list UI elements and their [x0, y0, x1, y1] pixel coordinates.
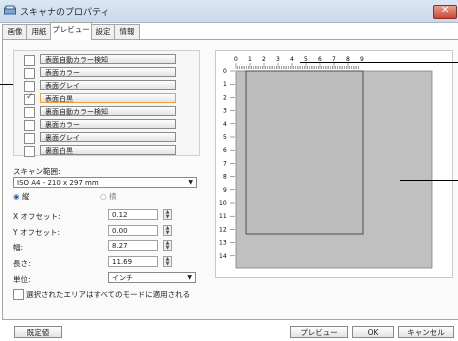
option-checkbox[interactable] — [24, 107, 35, 118]
ruler-v-label: 14 — [219, 253, 227, 260]
ruler-v-label: 4 — [223, 121, 227, 128]
portrait-label: 縦 — [21, 192, 30, 201]
landscape-label: 横 — [108, 192, 117, 201]
ruler-h-label: 1 — [248, 56, 252, 63]
unit-value: インチ — [112, 274, 133, 282]
width-input[interactable]: 8.27 — [108, 240, 158, 251]
ruler-v-label: 0 — [223, 68, 227, 75]
ruler-v-label: 2 — [223, 94, 227, 101]
length-label: 長さ: — [13, 259, 31, 268]
ruler-h-label: 3 — [276, 56, 280, 63]
radio-unselected-icon: ○ — [100, 192, 107, 201]
width-spinner[interactable]: ▲ ▼ — [163, 240, 172, 251]
scanner-app-icon — [4, 5, 16, 15]
option-checkbox[interactable] — [24, 133, 35, 144]
option-checkbox[interactable] — [24, 146, 35, 157]
ruler-v-label: 10 — [219, 200, 227, 207]
option-row: 裏面白黒 — [13, 145, 213, 157]
length-input[interactable]: 11.69 — [108, 256, 158, 267]
page-outline[interactable] — [245, 70, 364, 235]
option-button-back-auto-color[interactable]: 裏面自動カラー検知 — [40, 106, 176, 116]
option-button-front-gray[interactable]: 表面グレイ — [40, 80, 176, 90]
vertical-ruler: 01234567891011121314 — [219, 68, 235, 260]
scan-area-select[interactable]: ISO A4 - 210 x 297 mm ▼ — [13, 177, 197, 188]
ruler-h-label: 4 — [290, 56, 294, 63]
y-offset-input[interactable]: 0.00 — [108, 225, 158, 236]
tab-paper[interactable]: 用紙 — [26, 24, 52, 39]
ruler-v-label: 9 — [223, 187, 227, 194]
unit-label: 単位: — [13, 275, 31, 284]
option-row: 表面自動カラー検知 — [13, 54, 213, 66]
scan-area-value: ISO A4 - 210 x 297 mm — [17, 179, 99, 187]
option-row: 表面カラー — [13, 67, 213, 79]
x-offset-spinner[interactable]: ▲ ▼ — [163, 209, 172, 220]
ruler-v-label: 13 — [219, 240, 227, 247]
tab-image[interactable]: 画像 — [2, 24, 28, 39]
option-button-back-color[interactable]: 裏面カラー — [40, 119, 176, 129]
ruler-v-label: 8 — [223, 174, 227, 181]
window-title: スキャナのプロパティ — [20, 8, 110, 18]
radio-selected-icon: ◉ — [13, 192, 20, 201]
callout-line-middle — [400, 180, 458, 181]
preview-button[interactable]: プレビュー — [290, 326, 348, 338]
preview-ruler-canvas: 0123456789 01234567891011121314 — [219, 56, 433, 269]
landscape-radio[interactable]: ○ 横 — [100, 191, 116, 202]
option-button-front-color[interactable]: 表面カラー — [40, 67, 176, 77]
length-spinner[interactable]: ▲ ▼ — [163, 256, 172, 267]
chevron-down-icon: ▼ — [187, 274, 192, 281]
chevron-down-icon: ▼ — [188, 179, 193, 186]
ruler-v-label: 6 — [223, 147, 227, 154]
close-button[interactable]: ✕ — [433, 5, 457, 19]
apply-all-label: 選択されたエリアはすべてのモードに適用される — [26, 290, 191, 299]
ruler-v-label: 7 — [223, 160, 227, 167]
callout-line-top — [300, 62, 458, 63]
ruler-v-label: 5 — [223, 134, 227, 141]
option-checkbox[interactable] — [24, 81, 35, 92]
option-button-front-bw[interactable]: 表面白黒 — [40, 93, 176, 103]
option-checkbox-checked[interactable] — [24, 92, 35, 105]
ruler-v-label: 1 — [223, 81, 227, 88]
cancel-button[interactable]: キャンセル — [398, 326, 454, 338]
default-button[interactable]: 既定値 — [14, 326, 62, 338]
ruler-h-label: 0 — [234, 56, 238, 63]
apply-all-checkbox[interactable] — [13, 289, 24, 300]
option-row: 表面白黒 — [13, 92, 213, 105]
callout-line-left — [0, 84, 13, 85]
ruler-v-label: 11 — [219, 213, 227, 220]
option-row: 裏面自動カラー検知 — [13, 106, 213, 118]
option-checkbox[interactable] — [24, 55, 35, 66]
ruler-h-label: 2 — [262, 56, 266, 63]
option-button-back-gray[interactable]: 裏面グレイ — [40, 132, 176, 142]
ok-button[interactable]: OK — [352, 326, 394, 338]
y-offset-spinner[interactable]: ▲ ▼ — [163, 225, 172, 236]
option-row: 裏面グレイ — [13, 132, 213, 144]
option-row: 裏面カラー — [13, 119, 213, 131]
option-checkbox[interactable] — [24, 120, 35, 131]
tab-settings[interactable]: 設定 — [90, 24, 116, 39]
y-offset-label: Y オフセット: — [13, 228, 60, 237]
close-icon: ✕ — [441, 5, 450, 16]
portrait-radio[interactable]: ◉ 縦 — [13, 191, 29, 202]
width-label: 幅: — [13, 243, 24, 252]
ruler-v-label: 3 — [223, 108, 227, 115]
option-checkbox[interactable] — [24, 68, 35, 79]
x-offset-label: X オフセット: — [13, 212, 61, 221]
x-offset-input[interactable]: 0.12 — [108, 209, 158, 220]
option-button-front-auto-color[interactable]: 表面自動カラー検知 — [40, 54, 176, 64]
option-button-back-bw[interactable]: 裏面白黒 — [40, 145, 176, 155]
unit-select[interactable]: インチ ▼ — [108, 272, 196, 283]
ruler-v-label: 12 — [219, 226, 227, 233]
scan-area-label: スキャン範囲: — [13, 167, 61, 176]
tab-preview[interactable]: プレビュー — [50, 22, 92, 40]
tab-info[interactable]: 情報 — [114, 24, 140, 39]
option-row: 表面グレイ — [13, 80, 213, 92]
